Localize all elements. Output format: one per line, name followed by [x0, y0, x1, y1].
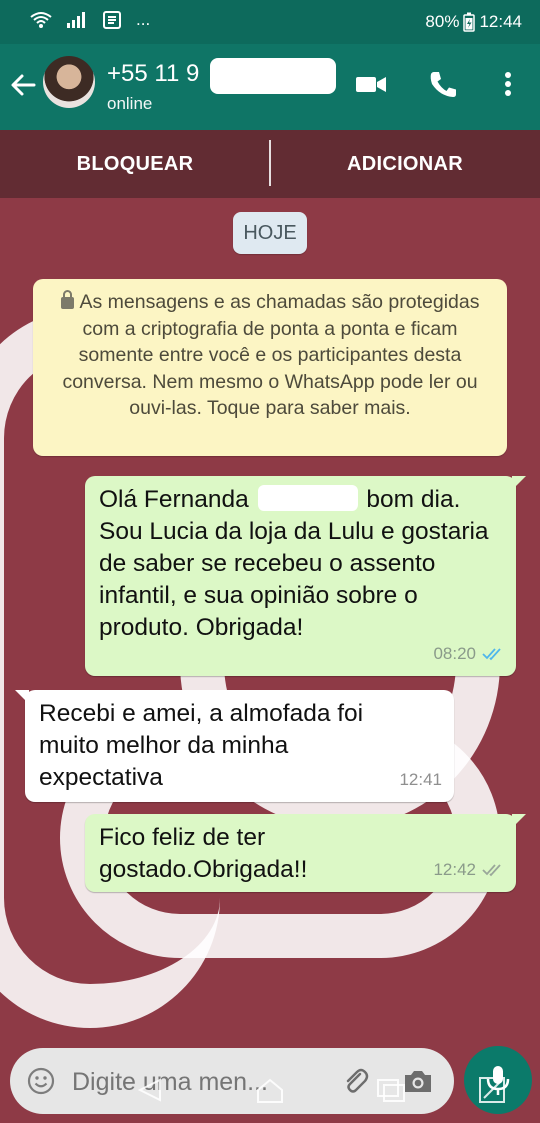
redacted-name-mask [257, 485, 358, 511]
status-more: ... [136, 10, 151, 29]
message-time: 12:42 [433, 860, 476, 879]
encryption-notice[interactable]: As mensagens e as chamadas são protegida… [33, 279, 507, 456]
date-chip: HOJE [233, 212, 307, 254]
message-text: Recebi e amei, a almofada foi muito melh… [39, 700, 364, 791]
contact-name[interactable]: +55 11 9 [107, 60, 199, 88]
block-button[interactable]: BLOQUEAR [0, 130, 270, 198]
clock: 12:44 [479, 12, 522, 31]
bubble-tail [512, 476, 526, 490]
contact-avatar[interactable] [43, 56, 95, 108]
microphone-icon [486, 1066, 510, 1095]
bubble-tail [512, 814, 526, 828]
lock-icon [60, 290, 74, 309]
camera-icon[interactable] [402, 1066, 434, 1096]
attach-icon[interactable] [340, 1066, 370, 1096]
message-input[interactable] [72, 1068, 322, 1097]
redacted-name-mask [210, 58, 336, 94]
status-bar: ... 80% 12:44 [0, 0, 540, 44]
signal-icon [67, 12, 85, 28]
encryption-notice-text: As mensagens e as chamadas são protegida… [62, 291, 480, 419]
add-contact-button[interactable]: ADICIONAR [270, 130, 540, 198]
double-check-delivered-icon [482, 864, 501, 877]
unknown-contact-actions: BLOQUEAR ADICIONAR [0, 130, 540, 198]
double-check-read-icon [482, 648, 501, 661]
battery-percent: 80% [425, 12, 460, 31]
battery-charging-icon [463, 12, 476, 32]
message-time: 08:20 [433, 644, 476, 663]
back-arrow-icon[interactable] [8, 70, 38, 100]
message-bubble-incoming[interactable]: Recebi e amei, a almofada foi muito melh… [15, 690, 454, 802]
chat-area[interactable]: HOJE As mensagens e as chamadas são prot… [0, 198, 540, 1048]
bubble-tail [15, 690, 29, 704]
chat-header: +55 11 9 online [0, 44, 540, 130]
message-bubble-outgoing[interactable]: Olá Fernanda bom dia. Sou Lucia da loja … [85, 476, 526, 676]
voice-call-icon[interactable] [426, 66, 460, 102]
contact-status: online [107, 94, 153, 113]
voice-message-button[interactable] [464, 1046, 532, 1114]
wifi-icon [30, 12, 52, 28]
notification-icon [103, 11, 121, 29]
more-options-icon[interactable] [496, 66, 520, 102]
message-composer[interactable] [10, 1048, 454, 1114]
message-text: Fico feliz de ter gostado.Obrigada!! [99, 824, 308, 883]
emoji-icon[interactable] [26, 1066, 56, 1096]
action-divider [269, 140, 271, 186]
video-call-icon[interactable] [354, 66, 388, 102]
message-time: 12:41 [399, 770, 442, 789]
message-text: Olá Fernanda [99, 486, 256, 513]
message-bubble-outgoing[interactable]: Fico feliz de ter gostado.Obrigada!! 12:… [85, 814, 526, 892]
